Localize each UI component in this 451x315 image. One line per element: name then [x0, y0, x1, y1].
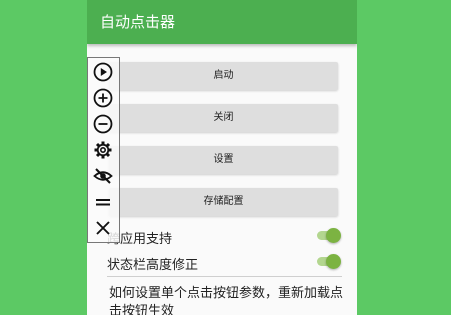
- app-title: 自动点击器: [100, 13, 176, 31]
- gear-icon[interactable]: [92, 139, 114, 161]
- close-icon[interactable]: [92, 217, 114, 239]
- switch-thumb: [326, 228, 341, 243]
- settings-button[interactable]: 设置: [109, 146, 338, 174]
- start-button[interactable]: 启动: [109, 62, 338, 90]
- save-config-button[interactable]: 存储配置: [109, 188, 338, 216]
- close-button[interactable]: 关闭: [109, 104, 338, 132]
- statusbar-height-fix-switch[interactable]: [317, 254, 341, 269]
- switch-thumb: [326, 254, 341, 269]
- eye-off-icon[interactable]: [92, 165, 114, 187]
- drag-handle-icon[interactable]: [92, 191, 114, 213]
- cross-app-support-row[interactable]: 跨应用支持: [107, 225, 342, 249]
- app-bar: 自动点击器: [87, 0, 357, 44]
- play-circle-icon[interactable]: [92, 61, 114, 83]
- add-circle-icon[interactable]: [92, 87, 114, 109]
- cross-app-support-switch[interactable]: [317, 228, 341, 243]
- divider: [107, 276, 342, 277]
- remove-circle-icon[interactable]: [92, 113, 114, 135]
- statusbar-height-fix-row[interactable]: 状态栏高度修正: [107, 251, 342, 275]
- help-text: 如何设置单个点击按钮参数，重新加载点击按钮生效: [109, 286, 344, 315]
- floating-toolbar[interactable]: [87, 57, 120, 243]
- app-window: 自动点击器 启动 关闭 设置 存储配置 跨应用支持 状态栏高度修正 如何设置单个…: [87, 0, 357, 315]
- statusbar-height-fix-label: 状态栏高度修正: [107, 258, 199, 273]
